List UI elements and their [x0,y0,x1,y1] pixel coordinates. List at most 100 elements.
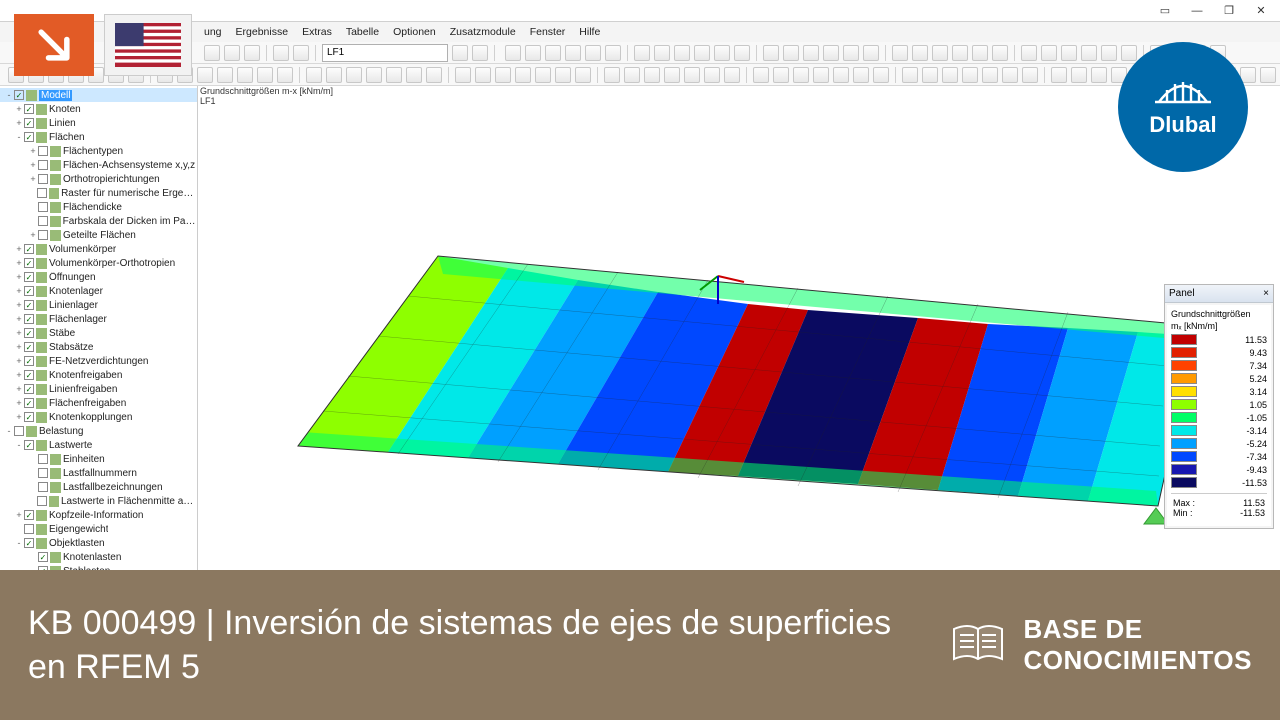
toolbar-button[interactable] [952,45,968,61]
tree-expander-icon[interactable]: - [14,440,24,450]
toolbar-button[interactable] [217,67,233,83]
tree-item[interactable]: +✓Öffnungen [0,270,197,284]
menu-item[interactable]: ung [204,26,222,38]
tree-expander-icon[interactable]: + [14,328,24,338]
graphics-viewport[interactable]: Grundschnittgrößen m-x [kNm/m] LF1 [198,86,1280,570]
tree-item[interactable]: +✓Flächenlager [0,312,197,326]
toolbar-button[interactable] [992,45,1008,61]
toolbar-button[interactable] [674,45,690,61]
tree-expander-icon[interactable]: + [14,510,24,520]
toolbar-button[interactable] [306,67,322,83]
tree-expander-icon[interactable]: + [14,244,24,254]
toolbar-button[interactable] [277,67,293,83]
tree-checkbox[interactable] [14,426,24,436]
tree-checkbox[interactable]: ✓ [24,132,34,142]
toolbar-button[interactable] [386,67,402,83]
toolbar-button[interactable] [833,67,849,83]
tree-checkbox[interactable]: ✓ [24,286,34,296]
tree-expander-icon[interactable]: - [4,426,14,436]
toolbar-button[interactable] [1121,45,1137,61]
tree-checkbox[interactable]: ✓ [24,356,34,366]
tree-checkbox[interactable] [38,146,48,156]
tree-checkbox[interactable]: ✓ [24,328,34,338]
toolbar-button[interactable] [1041,45,1057,61]
toolbar-button[interactable] [472,45,488,61]
toolbar-button[interactable] [475,67,491,83]
tree-item[interactable]: +✓FE-Netzverdichtungen [0,354,197,368]
toolbar-button[interactable] [1021,45,1037,61]
tree-item[interactable]: +✓Flächenfreigaben [0,396,197,410]
tree-checkbox[interactable]: ✓ [24,104,34,114]
tree-checkbox[interactable] [38,160,48,170]
toolbar-button[interactable] [942,67,958,83]
menu-item[interactable]: Tabelle [346,26,379,38]
tree-item[interactable]: -✓Flächen [0,130,197,144]
tree-checkbox[interactable]: ✓ [24,244,34,254]
toolbar-button[interactable] [452,45,468,61]
toolbar-button[interactable] [1002,67,1018,83]
toolbar-button[interactable] [366,67,382,83]
toolbar-button[interactable] [664,67,680,83]
toolbar-button[interactable] [932,45,948,61]
toolbar-button[interactable] [972,45,988,61]
tree-item[interactable]: +✓Linienlager [0,298,197,312]
tree-expander-icon[interactable]: + [14,104,24,114]
tree-item[interactable]: +✓Knotenlager [0,284,197,298]
toolbar-button[interactable] [734,45,750,61]
toolbar-button[interactable] [853,67,869,83]
toolbar-button[interactable] [1022,67,1038,83]
toolbar-button[interactable] [763,45,779,61]
tree-item[interactable]: +✓Knoten [0,102,197,116]
toolbar-button[interactable] [694,45,710,61]
tree-checkbox[interactable]: ✓ [24,370,34,380]
toolbar-button[interactable] [204,45,220,61]
tree-expander-icon[interactable]: + [14,118,24,128]
tree-item[interactable]: -✓Lastwerte [0,438,197,452]
panel-close-button[interactable]: × [1263,288,1269,299]
toolbar-button[interactable] [605,45,621,61]
menu-item[interactable]: Ergebnisse [236,26,289,38]
menu-item[interactable]: Zusatzmodule [450,26,516,38]
tree-expander-icon[interactable]: + [14,300,24,310]
toolbar-button[interactable] [873,67,889,83]
toolbar-button[interactable] [863,45,879,61]
tree-item[interactable]: +✓Knotenkopplungen [0,410,197,424]
toolbar-button[interactable] [426,67,442,83]
tree-checkbox[interactable]: ✓ [24,412,34,422]
toolbar-button[interactable] [624,67,640,83]
tree-checkbox[interactable]: ✓ [24,398,34,408]
tree-checkbox[interactable] [37,188,46,198]
tree-checkbox[interactable] [38,230,48,240]
toolbar-button[interactable] [515,67,531,83]
menu-item[interactable]: Extras [302,26,332,38]
toolbar-button[interactable] [1091,67,1107,83]
tree-item[interactable]: Eigengewicht [0,522,197,536]
loadcase-dropdown[interactable]: LF1 [322,44,448,62]
toolbar-button[interactable] [293,45,309,61]
tree-item[interactable]: +Flächen-Achsensysteme x,y,z [0,158,197,172]
tree-item[interactable]: -✓Objektlasten [0,536,197,550]
tree-checkbox[interactable]: ✓ [24,118,34,128]
tree-item[interactable]: Flächendicke [0,200,197,214]
tree-checkbox[interactable] [38,174,48,184]
toolbar-button[interactable] [634,45,650,61]
toolbar-button[interactable] [224,45,240,61]
toolbar-button[interactable] [257,67,273,83]
window-maximize-button[interactable]: ❐ [1214,2,1244,20]
toolbar-button[interactable] [505,45,521,61]
toolbar-button[interactable] [1051,67,1067,83]
toolbar-button[interactable] [684,67,700,83]
toolbar-button[interactable] [803,45,819,61]
tree-expander-icon[interactable]: + [14,272,24,282]
toolbar-button[interactable] [773,67,789,83]
tree-checkbox[interactable]: ✓ [14,90,24,100]
tree-checkbox[interactable]: ✓ [24,440,34,450]
tree-expander-icon[interactable]: + [14,384,24,394]
tree-expander-icon[interactable]: + [28,230,38,240]
tree-checkbox[interactable]: ✓ [24,258,34,268]
tree-checkbox[interactable] [38,202,48,212]
toolbar-button[interactable] [982,67,998,83]
tree-expander-icon[interactable]: + [14,398,24,408]
tree-item[interactable]: +✓Kopfzeile-Information [0,508,197,522]
tree-expander-icon[interactable]: - [14,132,24,142]
